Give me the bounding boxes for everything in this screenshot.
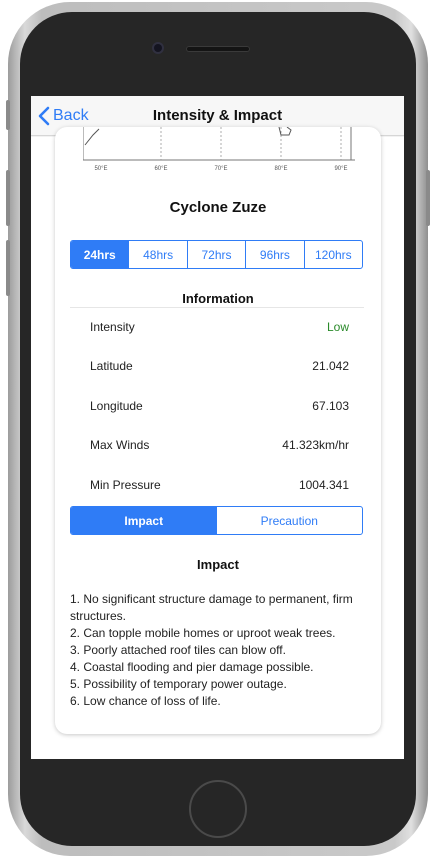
- map-tick-label: 90°E: [334, 166, 347, 172]
- info-row-intensity: Intensity Low: [90, 320, 349, 334]
- tab-96hrs[interactable]: 96hrs: [245, 241, 303, 268]
- cyclone-card: 50°E 60°E 70°E 80°E 90°E Cyclone Zuze 24…: [55, 127, 381, 734]
- info-label: Intensity: [90, 320, 135, 334]
- cyclone-track-map[interactable]: 50°E 60°E 70°E 80°E 90°E: [83, 127, 355, 173]
- map-tick-label: 60°E: [154, 166, 167, 172]
- earpiece-speaker: [186, 46, 250, 52]
- page-title: Intensity & Impact: [152, 107, 283, 124]
- cyclone-name: Cyclone Zuze: [169, 199, 267, 216]
- mute-switch: [6, 100, 10, 130]
- intensity-value: Low: [326, 320, 349, 334]
- list-item: 4. Coastal flooding and pier damage poss…: [70, 660, 314, 674]
- latitude-value: 21.042: [312, 359, 349, 373]
- precaution-tab[interactable]: Precaution: [217, 507, 363, 534]
- info-label: Longitude: [90, 399, 143, 413]
- map-tick-label: 50°E: [94, 166, 107, 172]
- impact-precaution-toggle: Impact Precaution: [70, 506, 363, 535]
- front-camera: [154, 44, 162, 52]
- info-row-min-pressure: Min Pressure 1004.341: [90, 478, 349, 492]
- volume-up-button: [6, 170, 10, 226]
- list-item: 5. Possibility of temporary power outage…: [70, 677, 287, 691]
- max-winds-value: 41.323km/hr: [282, 438, 349, 452]
- forecast-tabs: 24hrs 48hrs 72hrs 96hrs 120hrs: [70, 240, 363, 269]
- info-row-latitude: Latitude 21.042: [90, 359, 349, 373]
- list-item: 3. Poorly attached roof tiles can blow o…: [70, 643, 286, 657]
- map-tick-label: 80°E: [274, 166, 287, 172]
- map-tick-label: 70°E: [214, 166, 227, 172]
- tab-120hrs[interactable]: 120hrs: [303, 241, 362, 268]
- power-button: [426, 170, 430, 226]
- divider: [70, 307, 364, 308]
- tab-72hrs[interactable]: 72hrs: [186, 241, 245, 268]
- list-item: 6. Low chance of loss of life.: [70, 694, 221, 708]
- info-label: Max Winds: [90, 438, 150, 452]
- app-screen: Back Intensity & Impact 50°E 60°E 70°E 8…: [31, 96, 404, 759]
- longitude-value: 67.103: [312, 399, 349, 413]
- info-label: Latitude: [90, 359, 133, 373]
- list-item: 2. Can topple mobile homes or uproot wea…: [70, 626, 336, 640]
- volume-down-button: [6, 240, 10, 296]
- info-row-max-winds: Max Winds 41.323km/hr: [90, 438, 349, 452]
- information-heading: Information: [182, 291, 254, 306]
- tab-24hrs[interactable]: 24hrs: [71, 241, 129, 268]
- min-pressure-value: 1004.341: [298, 478, 349, 492]
- home-button[interactable]: [189, 780, 247, 838]
- impact-heading: Impact: [197, 557, 239, 572]
- info-label: Min Pressure: [90, 478, 161, 492]
- impact-list: 1. No significant structure damage to pe…: [70, 591, 370, 710]
- impact-tab[interactable]: Impact: [71, 507, 217, 534]
- list-item: 1. No significant structure damage to pe…: [70, 592, 353, 623]
- scroll-content[interactable]: 50°E 60°E 70°E 80°E 90°E Cyclone Zuze 24…: [31, 127, 404, 759]
- info-row-longitude: Longitude 67.103: [90, 399, 349, 413]
- tab-48hrs[interactable]: 48hrs: [128, 241, 186, 268]
